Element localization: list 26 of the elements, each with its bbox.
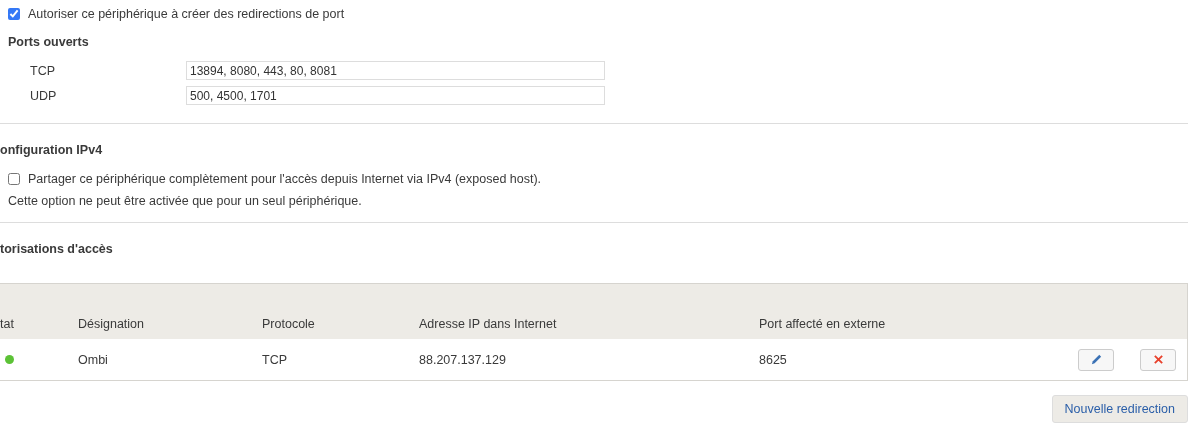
column-header: tat: [0, 317, 15, 331]
note-text: Cette option ne peut être activée que pour un seul périphérique.: [7, 193, 363, 210]
new-redirect-button[interactable]: Nouvelle redirection: [1051, 395, 1188, 423]
field-label: TCP: [29, 63, 56, 78]
table-cell-text: Ombi: [78, 352, 109, 367]
checkbox-label[interactable]: Partager ce périphérique complètement pour l'accès depuis Internet via IPv4 (exposed host).: [28, 172, 542, 186]
checkbox[interactable]: [8, 8, 20, 20]
column-header: Adresse IP dans Internet: [419, 317, 558, 331]
checkbox[interactable]: [8, 173, 20, 185]
section-title: onfiguration IPv4: [0, 142, 104, 159]
table-cell-text: 8625: [759, 352, 788, 367]
table-cell-text: 88.207.137.129: [419, 352, 507, 367]
edit-button[interactable]: [1078, 348, 1114, 371]
pencil-icon: [1089, 353, 1103, 366]
section-title: Ports ouverts: [8, 35, 90, 49]
checkbox-label[interactable]: Autoriser ce périphérique à créer des redirections de port: [28, 7, 345, 21]
field-label: UDP: [29, 88, 58, 103]
column-header: Port affecté en externe: [759, 317, 887, 331]
delete-button[interactable]: [1140, 348, 1176, 371]
table-cell-text: TCP: [262, 352, 288, 367]
close-icon: [1152, 354, 1164, 365]
column-header: Protocole: [262, 317, 316, 331]
section-title: torisations d'accès: [0, 241, 114, 258]
input-field[interactable]: 13894, 8080, 443, 80, 8081: [186, 61, 605, 80]
input-field[interactable]: 500, 4500, 1701: [186, 86, 605, 105]
column-header: Désignation: [78, 317, 145, 331]
